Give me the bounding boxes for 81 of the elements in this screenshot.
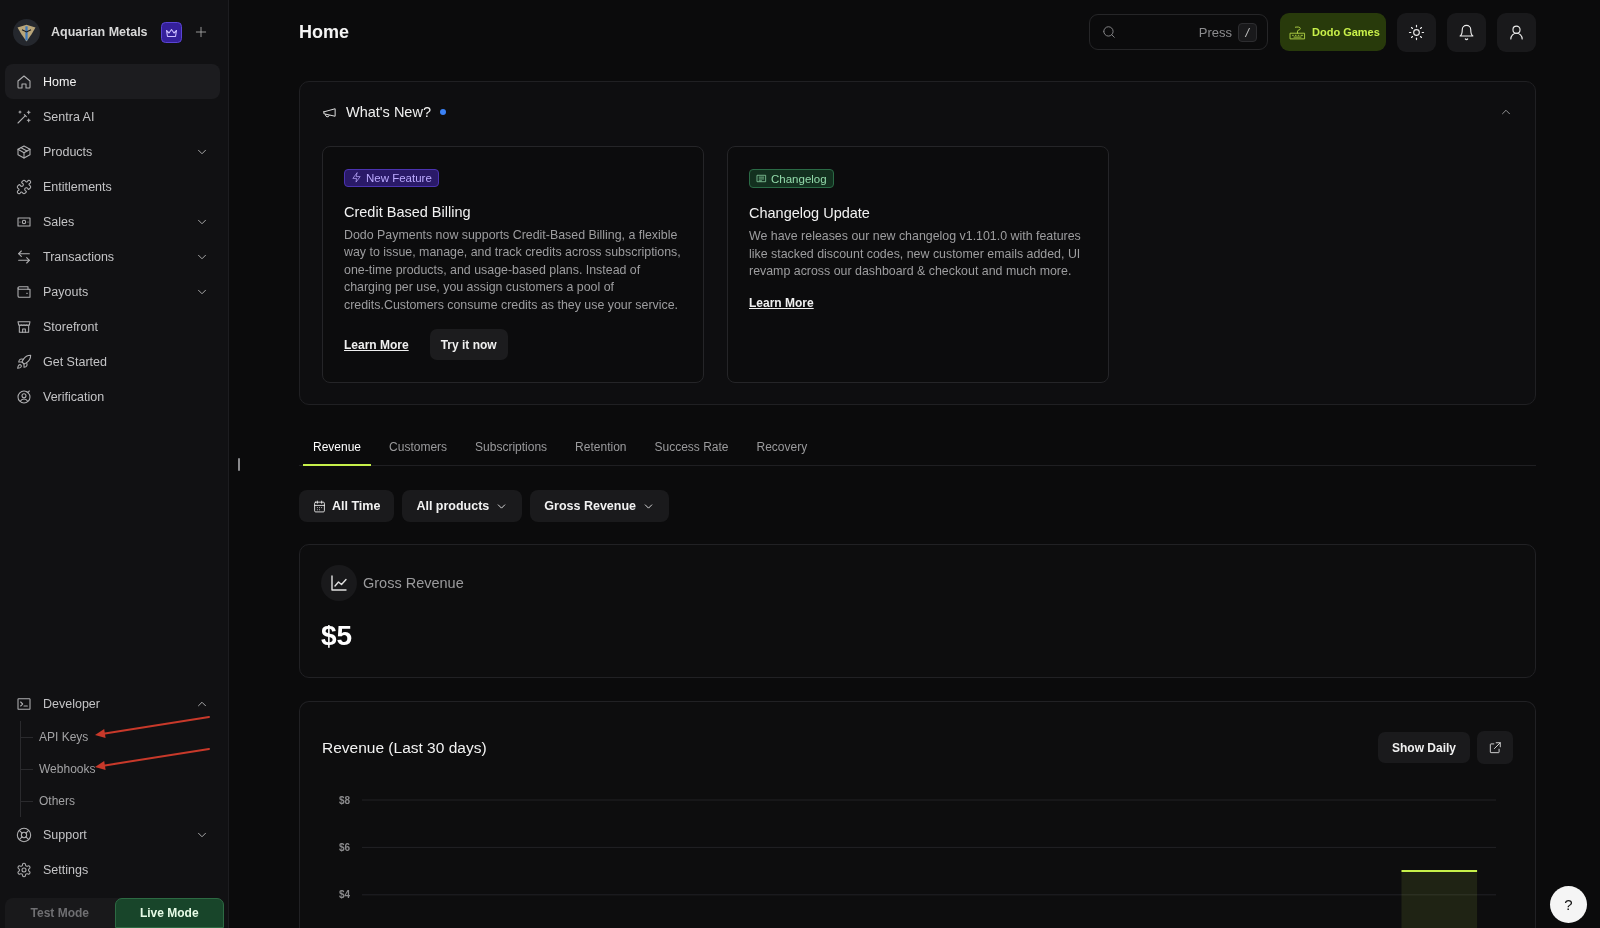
- account-button[interactable]: Dodo Games: [1280, 13, 1386, 51]
- sun-icon: [1408, 23, 1425, 41]
- bell-icon: [1458, 23, 1475, 41]
- sidebar-item[interactable]: Developer: [5, 686, 220, 721]
- tab[interactable]: Success Rate: [644, 430, 739, 466]
- sidebar-subitem[interactable]: API Keys: [39, 727, 89, 747]
- keyboard-icon: [1289, 23, 1306, 41]
- metric-value: $5: [321, 619, 354, 653]
- date-filter-button[interactable]: All Time: [299, 490, 395, 522]
- user-check-icon: [16, 388, 32, 405]
- home-icon: [16, 73, 32, 90]
- wallet-icon: [16, 283, 32, 300]
- store-icon: [16, 318, 32, 335]
- tab[interactable]: Subscriptions: [465, 430, 558, 466]
- document-icon: [756, 173, 767, 184]
- terminal-icon: [16, 695, 32, 712]
- page-title: Home: [299, 21, 350, 43]
- sidebar-subitem[interactable]: Webhooks: [39, 759, 96, 779]
- section-title: What's New?: [346, 104, 431, 120]
- share-button[interactable]: [1477, 731, 1513, 764]
- arrows-icon: [16, 248, 32, 265]
- theme-button[interactable]: [1397, 12, 1436, 52]
- axis-tick-label: $8: [338, 794, 350, 806]
- mode-button[interactable]: Live Mode: [114, 898, 224, 928]
- card-action-button[interactable]: Try it now: [429, 329, 508, 360]
- workspace-name: Aquarian Metals: [51, 25, 149, 39]
- puzzle-icon: [16, 178, 32, 195]
- sidebar-item[interactable]: Payouts: [5, 274, 220, 309]
- resize-handle[interactable]: [238, 457, 240, 471]
- sidebar-item[interactable]: Verification: [5, 379, 220, 414]
- sidebar-item[interactable]: Entitlements: [5, 169, 220, 204]
- card-description: We have releases our new changelog v1.101.0 with features like stacked discount codes, new customer emails added, UI revamp across our dashboard & checkout and much more.: [749, 228, 1082, 280]
- tab[interactable]: Recovery: [746, 430, 818, 466]
- search-field[interactable]: Press /: [1089, 14, 1268, 50]
- sidebar-item[interactable]: Sentra AI: [5, 99, 220, 134]
- tab[interactable]: Customers: [379, 430, 458, 466]
- lightning-icon: [351, 172, 362, 184]
- mode-button[interactable]: Test Mode: [5, 898, 115, 928]
- learn-more-link[interactable]: Learn More: [344, 337, 409, 352]
- calendar-icon: [313, 499, 326, 513]
- user-icon: [1508, 23, 1525, 41]
- card-description: Dodo Payments now supports Credit-Based Billing, a flexible way to issue, manage, and track credits across subscriptions, one-time products, and usage-based plans. Instead of charging per use, you assign customers a pool of credits.Customers consume credits as they use your service.: [344, 226, 682, 314]
- axis-tick-label: $4: [338, 889, 350, 901]
- sidebar-item[interactable]: Products: [5, 134, 220, 169]
- metric-label: Gross Revenue: [363, 575, 464, 591]
- tab[interactable]: Revenue: [303, 430, 372, 466]
- sidebar-item[interactable]: Support: [5, 817, 220, 852]
- category-label: New Feature: [366, 171, 432, 184]
- category-label: Changelog: [771, 172, 827, 185]
- sidebar-subitem[interactable]: Others: [39, 791, 75, 811]
- dropdown-button[interactable]: Gross Revenue: [530, 490, 670, 522]
- tab[interactable]: Retention: [565, 430, 637, 466]
- card-title: Credit Based Billing: [344, 202, 472, 221]
- axis-tick-label: $6: [338, 841, 350, 853]
- notifications-button[interactable]: [1447, 12, 1486, 52]
- granularity-button[interactable]: Show Daily: [1378, 732, 1470, 763]
- search-icon: [1102, 25, 1116, 39]
- chart-title: Revenue (Last 30 days): [322, 738, 487, 757]
- gear-icon: [16, 861, 32, 878]
- line-chart-icon: [321, 565, 357, 601]
- external-link-icon: [1488, 740, 1502, 755]
- sidebar-item[interactable]: Sales: [5, 204, 220, 239]
- help-button[interactable]: ?: [1550, 886, 1587, 923]
- sidebar-item[interactable]: Get Started: [5, 344, 220, 379]
- shortcut-hint: Press: [1198, 24, 1232, 40]
- sidebar-item[interactable]: Transactions: [5, 239, 220, 274]
- profile-button[interactable]: [1497, 12, 1536, 52]
- shortcut-key: /: [1238, 22, 1257, 42]
- magic-wand-icon: [16, 108, 32, 125]
- card-title: Changelog Update: [749, 204, 871, 222]
- rocket-icon: [16, 353, 32, 370]
- sidebar-item[interactable]: Storefront: [5, 309, 220, 344]
- logo-icon: [13, 18, 40, 46]
- crown-icon: [161, 21, 182, 43]
- plus-icon[interactable]: [194, 25, 208, 39]
- lifebuoy-icon: [16, 826, 32, 843]
- package-icon: [16, 143, 32, 160]
- sidebar-item[interactable]: Home: [5, 64, 220, 99]
- dropdown-button[interactable]: All products: [402, 490, 523, 522]
- sidebar-item[interactable]: Settings: [5, 852, 220, 887]
- learn-more-link[interactable]: Learn More: [749, 295, 814, 310]
